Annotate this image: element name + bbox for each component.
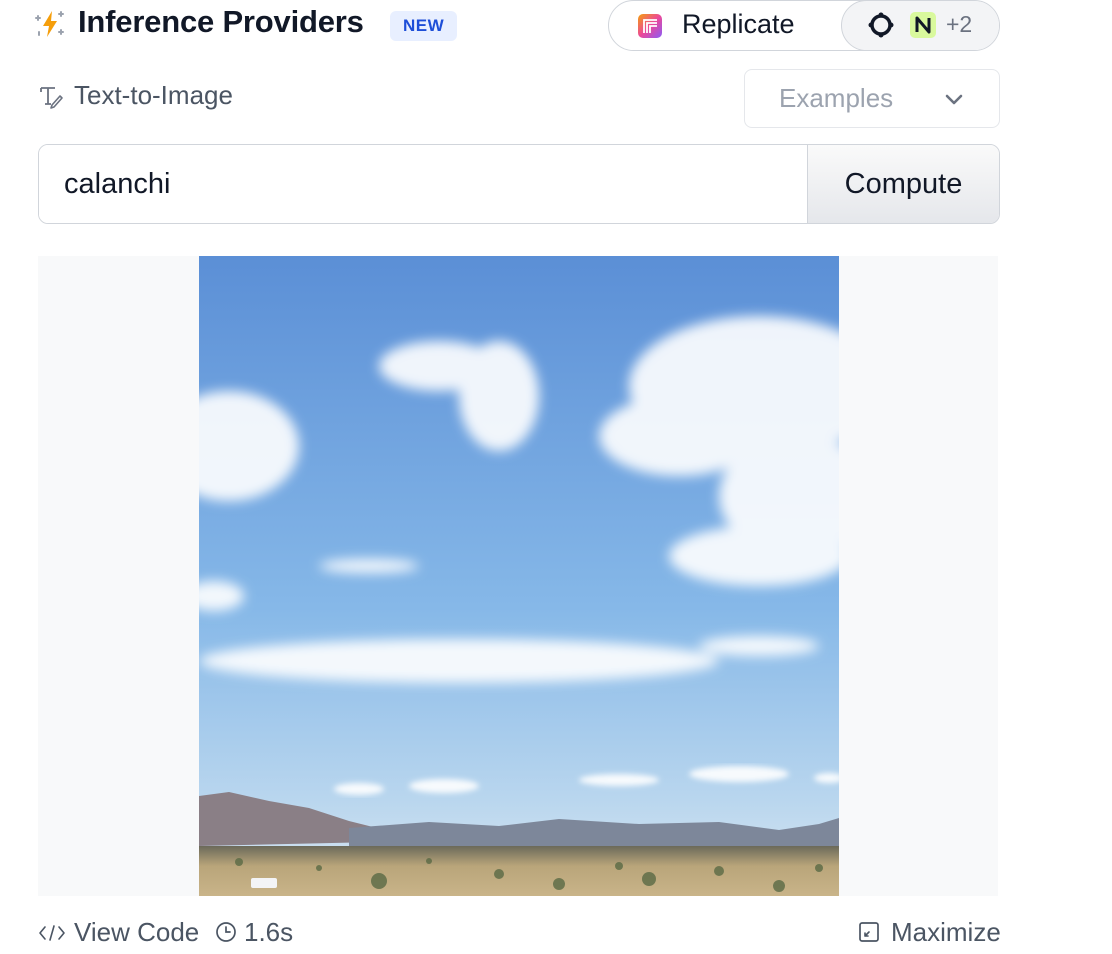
chevron-down-icon bbox=[945, 94, 963, 105]
provider-replicate-button[interactable]: Replicate bbox=[609, 1, 843, 50]
task-type: Text-to-Image bbox=[38, 76, 338, 116]
provider-ring-logo-icon bbox=[868, 12, 894, 38]
output-area bbox=[38, 256, 998, 896]
maximize-button[interactable]: Maximize bbox=[891, 917, 1001, 948]
new-badge: NEW bbox=[390, 11, 458, 41]
prompt-form: Compute bbox=[38, 144, 1000, 224]
more-providers-button[interactable]: +2 bbox=[841, 1, 999, 50]
prompt-input[interactable] bbox=[39, 145, 805, 223]
compute-button[interactable]: Compute bbox=[807, 145, 999, 223]
inference-widget: Inference Providers NEW Replicate +2 Tex… bbox=[0, 0, 1112, 954]
examples-dropdown[interactable]: Examples bbox=[744, 69, 1000, 128]
examples-placeholder: Examples bbox=[779, 83, 894, 113]
compute-duration: 1.6s bbox=[244, 917, 294, 947]
clock-icon bbox=[216, 922, 236, 942]
provider-label: Replicate bbox=[682, 9, 795, 39]
output-footer: View Code 1.6s Maximize bbox=[38, 912, 1001, 952]
widget-title: Inference Providers bbox=[78, 4, 364, 39]
widget-header: Inference Providers NEW Replicate +2 bbox=[34, 0, 1000, 52]
provider-selector: Replicate +2 bbox=[608, 0, 1000, 51]
more-providers-count: +2 bbox=[946, 11, 973, 37]
task-label: Text-to-Image bbox=[74, 80, 233, 110]
maximize-icon bbox=[859, 922, 879, 942]
text-to-image-icon bbox=[40, 87, 63, 109]
generated-image[interactable] bbox=[199, 256, 839, 896]
view-code-button[interactable]: View Code bbox=[74, 917, 199, 948]
replicate-logo-icon bbox=[638, 14, 662, 38]
code-icon bbox=[39, 925, 65, 941]
lightning-sparkle-icon bbox=[35, 11, 64, 37]
provider-n-logo-icon bbox=[910, 12, 936, 38]
